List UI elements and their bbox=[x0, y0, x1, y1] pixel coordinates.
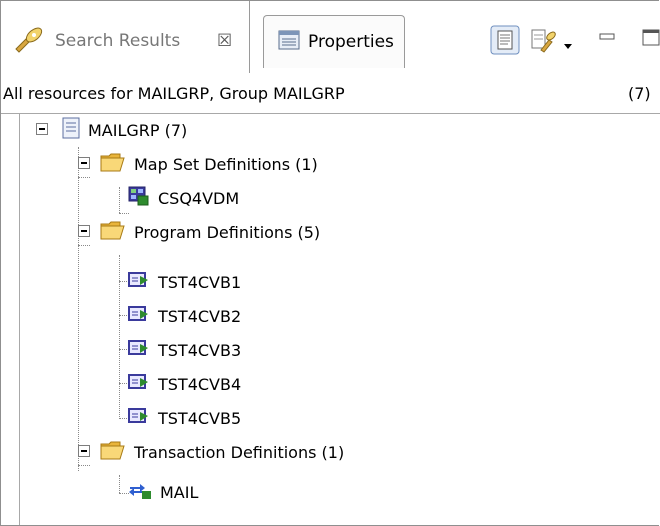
search-results-view: Search Results ☒ Properties All resource… bbox=[0, 0, 660, 526]
tree-node-label: TST4CVB2 bbox=[158, 306, 242, 326]
results-header: All resources for MAILGRP, Group MAILGRP… bbox=[1, 73, 660, 114]
tab-search-results[interactable]: Search Results ☒ bbox=[1, 1, 250, 73]
tree-node-program[interactable]: TST4CVB4 bbox=[128, 367, 241, 401]
transaction-icon bbox=[128, 480, 152, 504]
tree-node-label: MAILGRP (7) bbox=[88, 120, 188, 140]
group-icon bbox=[62, 117, 80, 143]
tree-node-folder[interactable]: Program Definitions (5) bbox=[100, 215, 320, 249]
tree-node-label: CSQ4VDM bbox=[158, 188, 240, 208]
program-icon bbox=[128, 407, 150, 429]
tree-node-label: Program Definitions (5) bbox=[134, 222, 321, 242]
tree-connector bbox=[119, 475, 120, 493]
minimize-icon[interactable] bbox=[597, 27, 617, 51]
filter-icon[interactable] bbox=[529, 26, 557, 58]
tree-node-root[interactable]: MAILGRP (7) bbox=[62, 113, 187, 147]
tree-node-mapset[interactable]: CSQ4VDM bbox=[128, 181, 239, 215]
results-summary: All resources for MAILGRP, Group MAILGRP bbox=[3, 84, 345, 103]
show-details-icon[interactable] bbox=[490, 25, 520, 59]
tree-node-folder[interactable]: Map Set Definitions (1) bbox=[100, 147, 318, 181]
collapse-toggle[interactable] bbox=[78, 225, 90, 237]
properties-icon bbox=[278, 30, 300, 54]
mapset-icon bbox=[128, 186, 150, 210]
tree-connector bbox=[78, 177, 90, 178]
folder-icon bbox=[100, 152, 126, 176]
tree-node-label: Transaction Definitions (1) bbox=[134, 442, 345, 462]
tree-node-label: Map Set Definitions (1) bbox=[134, 154, 318, 174]
tree-connector bbox=[78, 147, 79, 471]
collapse-toggle[interactable] bbox=[78, 445, 90, 457]
tree-node-label: TST4CVB3 bbox=[158, 340, 242, 360]
collapse-toggle[interactable] bbox=[36, 123, 48, 135]
tree-connector bbox=[78, 245, 90, 246]
folder-icon bbox=[100, 220, 126, 244]
results-tree: MAILGRP (7) Map Set Definitions (1) CSQ4… bbox=[19, 113, 660, 525]
tree-connector bbox=[119, 255, 120, 419]
tree-node-label: TST4CVB5 bbox=[158, 408, 242, 428]
tree-node-program[interactable]: TST4CVB5 bbox=[128, 401, 241, 435]
tab-search-results-label: Search Results bbox=[55, 31, 181, 51]
tree-connector bbox=[119, 187, 120, 213]
program-icon bbox=[128, 305, 150, 327]
program-icon bbox=[128, 339, 150, 361]
tree-node-label: TST4CVB1 bbox=[158, 272, 242, 292]
tree-node-transaction[interactable]: MAIL bbox=[128, 475, 198, 509]
results-count: (7) bbox=[628, 84, 651, 103]
tree-node-folder[interactable]: Transaction Definitions (1) bbox=[100, 435, 344, 469]
program-icon bbox=[128, 271, 150, 293]
close-icon[interactable]: ☒ bbox=[217, 31, 232, 51]
tab-properties-label: Properties bbox=[308, 32, 394, 52]
program-icon bbox=[128, 373, 150, 395]
tree-node-label: MAIL bbox=[160, 482, 199, 502]
view-tab-bar: Search Results ☒ Properties bbox=[1, 1, 660, 74]
tab-properties[interactable]: Properties bbox=[263, 15, 405, 68]
tree-node-program[interactable]: TST4CVB2 bbox=[128, 299, 241, 333]
dropdown-arrow-icon[interactable] bbox=[563, 35, 573, 54]
collapse-toggle[interactable] bbox=[78, 157, 90, 169]
search-results-icon bbox=[13, 27, 45, 57]
maximize-icon[interactable] bbox=[641, 27, 660, 51]
tree-node-program[interactable]: TST4CVB3 bbox=[128, 333, 241, 367]
tree-node-label: TST4CVB4 bbox=[158, 374, 242, 394]
tree-node-program[interactable]: TST4CVB1 bbox=[128, 265, 241, 299]
folder-icon bbox=[100, 440, 126, 464]
tree-connector bbox=[78, 465, 90, 466]
